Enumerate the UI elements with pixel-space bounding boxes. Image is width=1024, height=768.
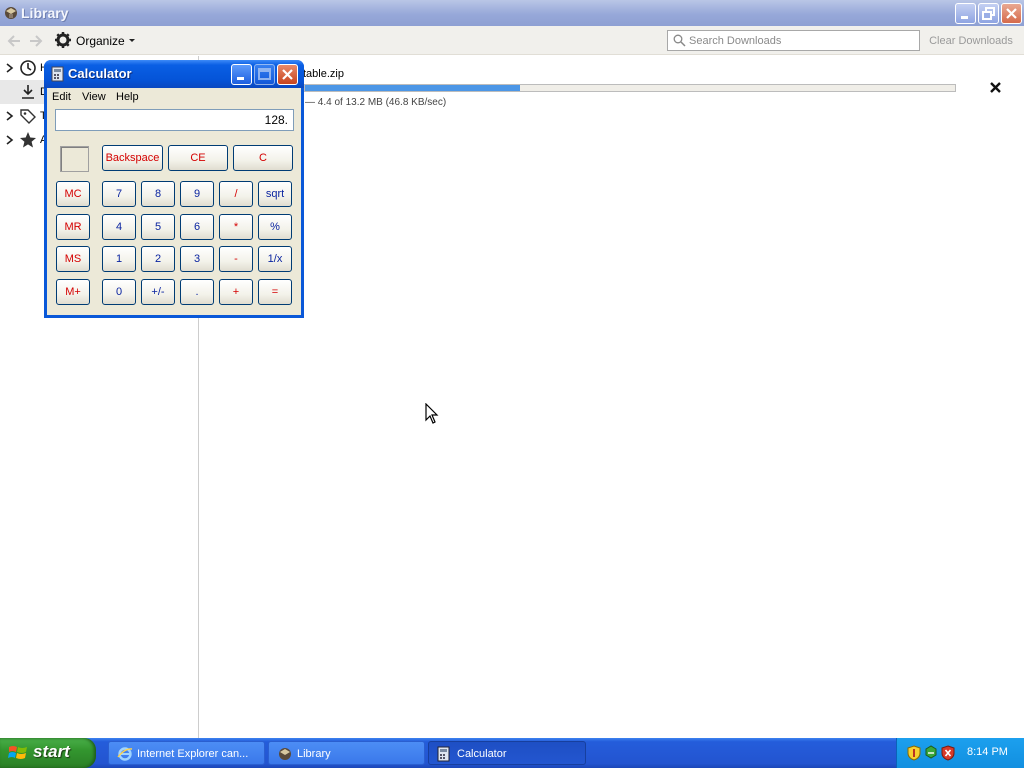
clear-button[interactable]: C (233, 145, 293, 171)
ie-icon (117, 746, 133, 765)
menu-edit[interactable]: Edit (52, 91, 71, 103)
calculator-icon (51, 66, 64, 85)
chevron-right-icon[interactable] (5, 63, 14, 76)
menu-help[interactable]: Help (116, 91, 139, 103)
search-downloads-field[interactable] (667, 30, 920, 51)
download-status: — 4.4 of 13.2 MB (46.8 KB/sec) (305, 97, 447, 108)
reciprocal-button[interactable]: 1/x (258, 246, 292, 272)
clock: 8:14 PM (967, 746, 1008, 758)
start-button[interactable]: start (0, 738, 96, 768)
system-tray: 8:14 PM (896, 738, 1024, 768)
start-label: start (33, 742, 70, 761)
library-titlebar[interactable]: Library (0, 0, 1024, 26)
organize-button[interactable]: Organize (54, 31, 136, 51)
gear-icon (54, 31, 72, 52)
task-calculator[interactable]: Calculator (428, 741, 586, 765)
multiply-button[interactable]: * (219, 214, 253, 240)
calc-minimize-button[interactable] (231, 64, 252, 85)
calculator-window: Calculator Edit View Help 128. Backspace… (44, 60, 304, 318)
memory-store-button[interactable]: MS (56, 246, 90, 272)
memory-add-button[interactable]: M+ (56, 279, 90, 305)
task-library[interactable]: Library (268, 741, 425, 765)
network-icon[interactable] (924, 745, 938, 764)
organize-label: Organize (76, 34, 125, 48)
digit-7-button[interactable]: 7 (102, 181, 136, 207)
digit-8-button[interactable]: 8 (141, 181, 175, 207)
windows-logo-icon (8, 744, 28, 765)
task-internet-explorer[interactable]: Internet Explorer can... (108, 741, 265, 765)
cancel-download-icon[interactable] (988, 80, 1004, 96)
clear-entry-button[interactable]: CE (168, 145, 228, 171)
decimal-point-button[interactable]: . (180, 279, 214, 305)
task-label: Library (297, 748, 331, 760)
digit-5-button[interactable]: 5 (141, 214, 175, 240)
calc-close-button[interactable] (277, 64, 298, 85)
security-shield-icon[interactable] (907, 745, 921, 764)
downloads-list: table.zip — 4.4 of 13.2 MB (46.8 KB/sec) (200, 56, 1024, 738)
minimize-button[interactable] (955, 3, 976, 24)
sqrt-button[interactable]: sqrt (258, 181, 292, 207)
alert-shield-icon[interactable] (941, 745, 955, 764)
download-progress-fill (305, 85, 520, 91)
back-arrow-icon[interactable] (6, 33, 22, 49)
star-icon (19, 131, 37, 152)
task-label: Internet Explorer can... (137, 748, 249, 760)
memory-recall-button[interactable]: MR (56, 214, 90, 240)
equals-button[interactable]: = (258, 279, 292, 305)
library-title: Library (21, 5, 69, 21)
subtract-button[interactable]: - (219, 246, 253, 272)
taskbar: start Internet Explorer can... Library C… (0, 738, 1024, 768)
search-input[interactable] (689, 33, 914, 48)
memory-clear-button[interactable]: MC (56, 181, 90, 207)
digit-2-button[interactable]: 2 (141, 246, 175, 272)
clear-downloads-button[interactable]: Clear Downloads (922, 35, 1020, 47)
tag-icon (19, 107, 37, 128)
restore-button[interactable] (978, 3, 999, 24)
backspace-button[interactable]: Backspace (102, 145, 163, 171)
chevron-right-icon[interactable] (5, 111, 14, 124)
digit-3-button[interactable]: 3 (180, 246, 214, 272)
library-icon (3, 5, 19, 21)
chevron-down-icon (128, 35, 136, 47)
calculator-title: Calculator (68, 66, 132, 81)
memory-indicator (60, 146, 89, 172)
menu-view[interactable]: View (82, 91, 106, 103)
calculator-icon (437, 746, 450, 765)
add-button[interactable]: + (219, 279, 253, 305)
digit-6-button[interactable]: 6 (180, 214, 214, 240)
calculator-menubar: Edit View Help (47, 88, 301, 107)
download-icon (19, 83, 37, 104)
calculator-display: 128. (55, 109, 294, 131)
digit-4-button[interactable]: 4 (102, 214, 136, 240)
calculator-titlebar[interactable]: Calculator (44, 60, 304, 88)
forward-arrow-icon[interactable] (28, 33, 44, 49)
search-icon (673, 34, 686, 47)
mouse-cursor-icon (425, 402, 439, 428)
close-button[interactable] (1001, 3, 1022, 24)
chevron-right-icon[interactable] (5, 135, 14, 148)
digit-9-button[interactable]: 9 (180, 181, 214, 207)
divide-button[interactable]: / (219, 181, 253, 207)
library-icon (277, 746, 293, 765)
digit-1-button[interactable]: 1 (102, 246, 136, 272)
digit-0-button[interactable]: 0 (102, 279, 136, 305)
download-progress-bar (304, 84, 956, 92)
download-filename: table.zip (303, 68, 344, 80)
percent-button[interactable]: % (258, 214, 292, 240)
task-label: Calculator (457, 748, 507, 760)
sign-toggle-button[interactable]: +/- (141, 279, 175, 305)
clock-icon (19, 59, 37, 80)
calc-maximize-button (254, 64, 275, 85)
